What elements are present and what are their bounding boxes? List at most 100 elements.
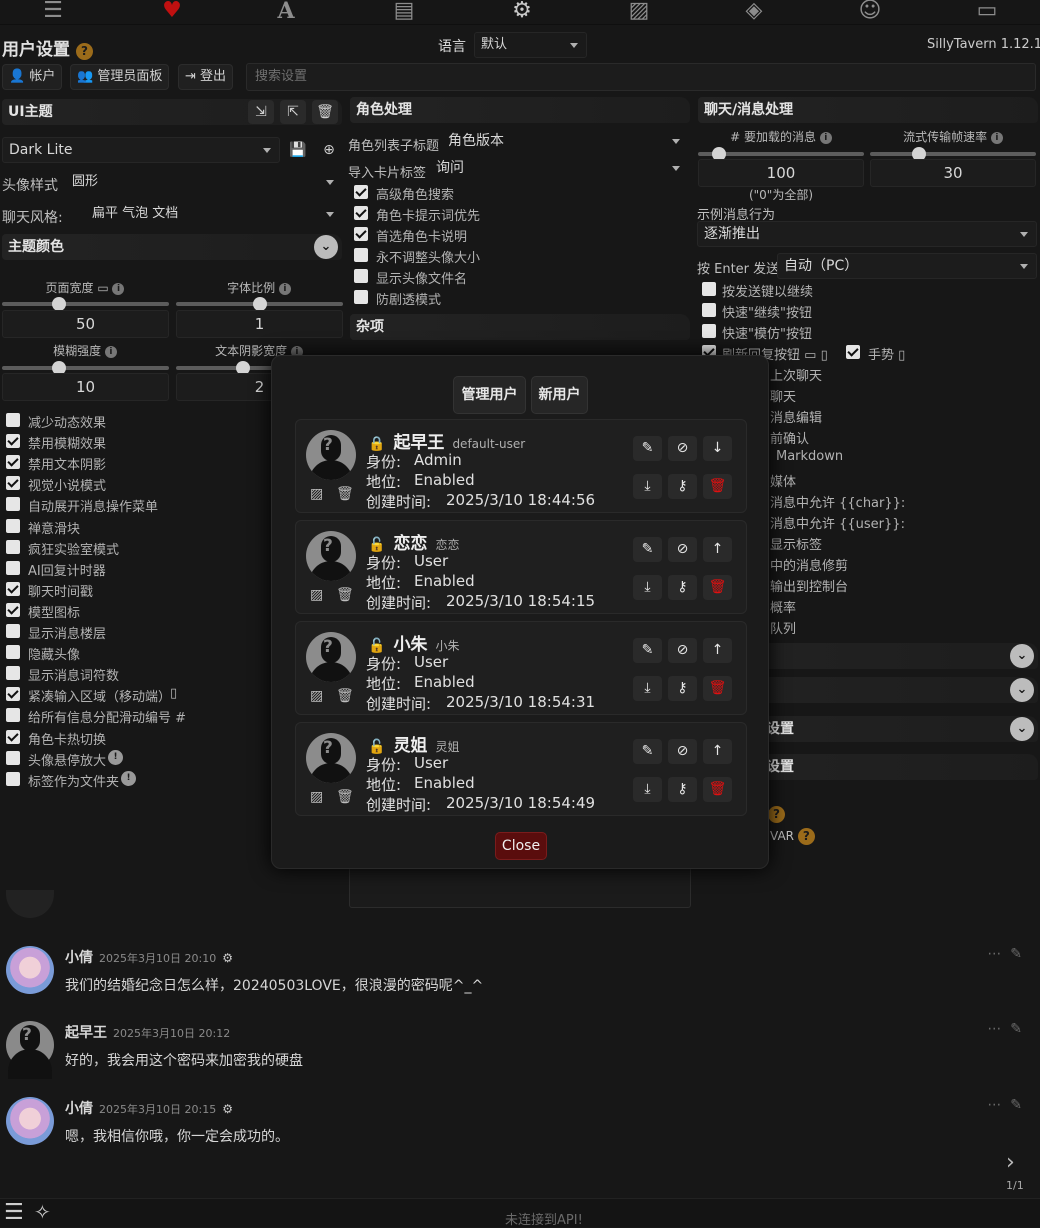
admin-panel-button[interactable]: 👥 管理员面板: [70, 64, 170, 90]
key-icon[interactable]: ⚷: [668, 676, 697, 701]
list-subtitle-select[interactable]: 角色版本: [442, 129, 688, 155]
blur-slider[interactable]: [2, 361, 169, 375]
blur-value[interactable]: 10: [2, 373, 169, 401]
key-icon[interactable]: ⚷: [668, 474, 697, 499]
edit-icon[interactable]: ✎: [633, 739, 662, 764]
char-option-checkbox[interactable]: [354, 227, 368, 241]
font-scale-slider[interactable]: [176, 297, 343, 311]
book-icon[interactable]: ▤: [387, 0, 421, 24]
arrow-down-icon[interactable]: ↓: [703, 436, 732, 461]
export-theme-icon[interactable]: ⇱: [280, 100, 306, 124]
enter-send-select[interactable]: 自动（PC）: [777, 253, 1037, 279]
ui-option-checkbox[interactable]: [6, 645, 20, 660]
new-theme-icon[interactable]: ⊕: [316, 138, 342, 162]
close-button[interactable]: Close: [495, 832, 547, 860]
ui-option-checkbox[interactable]: [6, 434, 20, 449]
ui-option-checkbox[interactable]: [6, 771, 20, 786]
smile-icon[interactable]: ☺: [853, 0, 887, 24]
manage-users-button[interactable]: 管理用户: [453, 376, 526, 414]
ui-option-checkbox[interactable]: [6, 497, 20, 512]
swipe-right-icon[interactable]: ›: [1006, 1150, 1015, 1175]
stream-fps-slider[interactable]: [870, 147, 1036, 161]
edit-icon[interactable]: ✎: [1010, 1021, 1022, 1037]
help-icon[interactable]: ?: [768, 806, 785, 823]
gesture-checkbox[interactable]: [846, 345, 860, 359]
image-icon[interactable]: ▨: [310, 789, 323, 805]
ban-icon[interactable]: ⊘: [668, 537, 697, 562]
image-icon[interactable]: ▨: [310, 688, 323, 704]
image-icon[interactable]: ▨: [310, 486, 323, 502]
cubes-icon[interactable]: ◈: [737, 0, 771, 24]
char-option-checkbox[interactable]: [354, 290, 368, 304]
arrow-up-icon[interactable]: ↑: [703, 537, 732, 562]
ban-icon[interactable]: ⊘: [668, 436, 697, 461]
ui-option-checkbox[interactable]: [6, 539, 20, 554]
font-scale-value[interactable]: 1: [176, 310, 343, 338]
import-theme-icon[interactable]: ⇲: [248, 100, 274, 124]
sliders-icon[interactable]: ☰: [36, 0, 70, 24]
char-option-checkbox[interactable]: [354, 185, 368, 199]
ui-option-checkbox[interactable]: [6, 602, 20, 617]
download-icon[interactable]: ⤓: [633, 575, 662, 600]
logout-button[interactable]: ⇥ 登出: [178, 64, 234, 90]
download-icon[interactable]: ⤓: [633, 474, 662, 499]
chevron-down-icon[interactable]: ⌄: [1010, 717, 1034, 741]
delete-theme-icon[interactable]: 🗑: [312, 100, 338, 124]
page-width-slider[interactable]: [2, 297, 169, 311]
help-icon[interactable]: ?: [75, 43, 93, 60]
chevron-down-icon[interactable]: ⌄: [1010, 644, 1034, 668]
image-icon[interactable]: ▨: [310, 587, 323, 603]
theme-colors-header[interactable]: 主题颜色: [2, 234, 342, 260]
edit-icon[interactable]: ✎: [1010, 946, 1022, 962]
more-icon[interactable]: ⋯: [987, 1021, 1001, 1037]
edit-icon[interactable]: ✎: [633, 537, 662, 562]
edit-icon[interactable]: ✎: [1010, 1097, 1022, 1113]
ui-option-checkbox[interactable]: [6, 413, 20, 427]
ui-option-checkbox[interactable]: [6, 687, 20, 702]
search-settings-input[interactable]: 搜索设置: [246, 63, 1036, 91]
ui-option-checkbox[interactable]: [6, 518, 20, 533]
trash-icon[interactable]: 🗑: [336, 587, 354, 603]
send-textarea-placeholder[interactable]: 未连接到API!: [505, 1209, 583, 1228]
msgs-to-load-value[interactable]: 100: [698, 159, 864, 187]
message-avatar[interactable]: [6, 946, 54, 994]
char-option-checkbox[interactable]: [354, 206, 368, 220]
ui-option-checkbox[interactable]: [6, 750, 20, 765]
char-option-checkbox[interactable]: [354, 248, 368, 262]
font-icon[interactable]: A: [269, 0, 303, 24]
delete-icon[interactable]: 🗑: [703, 777, 732, 802]
message-avatar[interactable]: ?: [6, 1021, 54, 1079]
key-icon[interactable]: ⚷: [668, 777, 697, 802]
chat-option-checkbox[interactable]: [702, 282, 716, 296]
account-button[interactable]: 👤 帐户: [2, 64, 63, 90]
avatar-style-select[interactable]: 圆形: [66, 170, 342, 196]
ui-option-checkbox[interactable]: [6, 581, 20, 596]
ui-option-checkbox[interactable]: [6, 708, 20, 723]
example-behavior-select[interactable]: 逐渐推出: [697, 221, 1037, 247]
message-avatar[interactable]: [6, 1097, 54, 1145]
new-user-button[interactable]: 新用户: [531, 376, 588, 414]
ui-option-checkbox[interactable]: [6, 476, 20, 491]
download-icon[interactable]: ⤓: [633, 777, 662, 802]
download-icon[interactable]: ⤓: [633, 676, 662, 701]
page-width-value[interactable]: 50: [2, 310, 169, 338]
ui-option-checkbox[interactable]: [6, 729, 20, 744]
trash-icon[interactable]: 🗑: [336, 789, 354, 805]
ban-icon[interactable]: ⊘: [668, 739, 697, 764]
theme-select[interactable]: Dark Lite: [2, 137, 280, 163]
trash-icon[interactable]: 🗑: [336, 486, 354, 502]
stream-fps-value[interactable]: 30: [870, 159, 1036, 187]
more-icon[interactable]: ⋯: [987, 1097, 1001, 1113]
chevron-down-icon[interactable]: ⌄: [314, 235, 338, 259]
more-icon[interactable]: ⋯: [987, 946, 1001, 962]
delete-icon[interactable]: 🗑: [703, 575, 732, 600]
chat-option-checkbox[interactable]: [702, 324, 716, 338]
edit-icon[interactable]: ✎: [633, 436, 662, 461]
help-icon[interactable]: !: [121, 770, 136, 786]
id-card-icon[interactable]: ▭: [970, 0, 1004, 24]
ui-option-checkbox[interactable]: [6, 455, 20, 470]
chat-style-select[interactable]: 扁平 气泡 文档: [86, 202, 342, 228]
msgs-to-load-slider[interactable]: [698, 147, 864, 161]
delete-icon[interactable]: 🗑: [703, 676, 732, 701]
language-select[interactable]: 默认: [474, 32, 587, 58]
